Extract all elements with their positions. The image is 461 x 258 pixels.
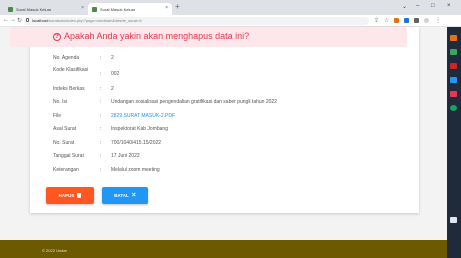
- file-link[interactable]: 2829.SURAT MASUK-2.PDF: [111, 113, 175, 119]
- trash-icon: [77, 193, 82, 198]
- browser-tab-strip: Surat Masuk Keluar × Surat Masuk Keluar …: [0, 0, 461, 15]
- field-separator: :: [100, 140, 102, 146]
- tab-close-icon[interactable]: ×: [165, 5, 168, 11]
- tab-title: Surat Masuk Keluar: [16, 6, 52, 12]
- field-label: Tanggal Surat: [53, 153, 84, 159]
- field-label: No. Surat: [53, 140, 75, 146]
- field-value: 2: [111, 55, 114, 61]
- footer-copyright: © 2022 Undar: [42, 248, 67, 253]
- confirm-alert: ? Apakah Anda yakin akan menghapus data …: [10, 27, 407, 47]
- forward-icon[interactable]: →: [10, 17, 16, 23]
- field-label: Asal Surat: [53, 126, 77, 132]
- field-label: File: [53, 113, 62, 119]
- field-value: 700/1040/415.15/2022: [111, 140, 162, 146]
- field-label: Kode Klasifikasi: [53, 67, 89, 73]
- browser-tab-2[interactable]: Surat Masuk Keluar ×: [88, 3, 172, 15]
- hapus-button-label: HAPUS: [58, 193, 75, 198]
- field-label: No. Isi: [53, 99, 68, 105]
- screen: Surat Masuk Keluar × Surat Masuk Keluar …: [0, 0, 461, 258]
- batal-button-label: BATAL: [114, 193, 129, 198]
- profile-avatar[interactable]: [424, 18, 429, 23]
- extension-icon[interactable]: [404, 18, 409, 23]
- field-separator: :: [100, 86, 102, 92]
- minimize-icon[interactable]: –: [416, 3, 419, 9]
- menu-icon[interactable]: ⋮: [435, 17, 441, 24]
- notification-icon[interactable]: [450, 217, 457, 223]
- field-value: 002: [111, 71, 120, 77]
- field-separator: :: [100, 167, 102, 173]
- hapus-button[interactable]: HAPUS: [46, 187, 94, 204]
- batal-button[interactable]: BATAL ×: [102, 187, 148, 204]
- field-label: Indeks Berkas: [53, 86, 85, 92]
- browser-tab-1[interactable]: Surat Masuk Keluar ×: [4, 3, 88, 15]
- field-value: Inspektorat Kab Jombang: [111, 126, 168, 132]
- maximize-icon[interactable]: □: [431, 3, 435, 9]
- browser-toolbar: ← → ↻ localhost/suratsolo/index.php?page…: [0, 15, 461, 27]
- close-icon: ×: [131, 192, 136, 199]
- extension-icon[interactable]: [414, 18, 419, 23]
- tab-close-icon[interactable]: ×: [81, 5, 84, 11]
- favicon-icon: [8, 6, 13, 12]
- close-window-icon[interactable]: ×: [447, 3, 451, 9]
- reload-icon[interactable]: ↻: [17, 17, 22, 24]
- address-bar[interactable]: localhost/suratsolo/index.php?page=smdba…: [24, 17, 369, 25]
- field-separator: :: [100, 71, 102, 77]
- star-icon[interactable]: ☆: [384, 17, 389, 24]
- field-separator: :: [100, 99, 102, 105]
- share-icon[interactable]: ⇪: [374, 17, 379, 24]
- field-separator: :: [100, 126, 102, 132]
- field-label: No. Agenda: [53, 55, 80, 61]
- new-tab-icon[interactable]: +: [175, 3, 180, 11]
- field-value: 17 Juni 2022: [111, 153, 140, 159]
- field-value: Melalui zoom meeting: [111, 167, 160, 173]
- taskbar-app-icon[interactable]: [450, 77, 457, 83]
- extension-icon[interactable]: [394, 18, 399, 23]
- back-icon[interactable]: ←: [3, 17, 9, 23]
- chevron-down-icon[interactable]: ⌄: [402, 3, 407, 10]
- info-icon[interactable]: [26, 18, 29, 22]
- url-text: localhost/suratsolo/index.php?page=smdba…: [32, 18, 142, 23]
- taskbar-app-icon[interactable]: [450, 49, 457, 55]
- favicon-icon: [92, 6, 97, 12]
- field-separator: :: [100, 55, 102, 61]
- url-host: localhost: [32, 18, 48, 23]
- taskbar-app-icon[interactable]: [450, 105, 457, 111]
- field-separator: :: [100, 113, 102, 119]
- field-value: Undangan sosialisasi pengendalian gratif…: [111, 99, 277, 105]
- page-footer: © 2022 Undar: [0, 240, 447, 258]
- taskbar-app-icon[interactable]: [450, 91, 457, 97]
- field-label: Keterangan: [53, 167, 79, 173]
- page-content: ? Apakah Anda yakin akan menghapus data …: [0, 27, 447, 258]
- taskbar-app-icon[interactable]: [450, 35, 457, 41]
- windows-taskbar: [447, 27, 461, 258]
- question-circle-icon: ?: [53, 33, 61, 41]
- field-value: 2: [111, 86, 114, 92]
- tab-title: Surat Masuk Keluar: [100, 6, 136, 12]
- url-path: /suratsolo/index.php?page=smdbam&delete_…: [47, 18, 142, 23]
- taskbar-app-icon[interactable]: [450, 63, 457, 69]
- alert-message: Apakah Anda yakin akan menghapus data in…: [64, 31, 250, 41]
- field-separator: :: [100, 153, 102, 159]
